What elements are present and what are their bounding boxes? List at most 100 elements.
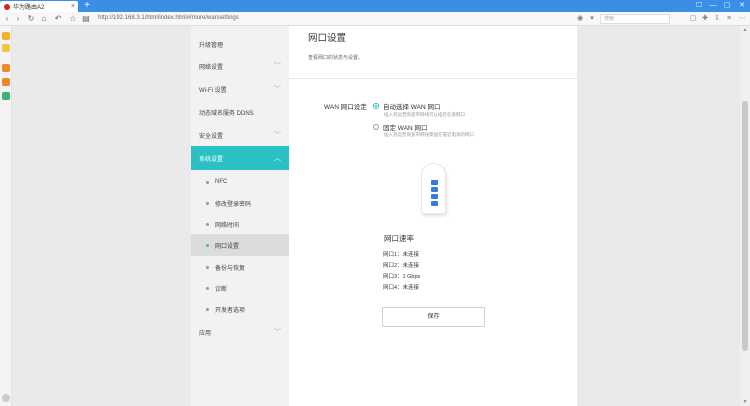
sidebar-item-backup[interactable]: 备份与恢复 <box>191 257 289 277</box>
port-status: 网口1：未连接 <box>383 252 420 258</box>
divider <box>289 78 577 79</box>
rss-icon[interactable] <box>2 64 10 72</box>
sidebar-item-network[interactable]: 网络设置 ﹀ <box>191 56 289 76</box>
scroll-thumb[interactable] <box>742 101 748 351</box>
notes-icon[interactable] <box>2 44 10 52</box>
sidebar-item-port-settings[interactable]: 网口设置 <box>191 234 289 256</box>
favorite-star-icon[interactable]: ☆ <box>68 13 78 25</box>
new-tab-button[interactable]: + <box>82 0 92 12</box>
port-led-3 <box>431 194 438 199</box>
bullet-icon <box>206 286 209 290</box>
more-icon[interactable]: ⋯ <box>737 13 747 25</box>
sidebar-item-system[interactable]: 系统设置 ︿ <box>191 146 289 170</box>
download-icon[interactable]: ⇩ <box>712 13 722 25</box>
port-status: 网口4：未连接 <box>383 285 420 291</box>
bookmark-icon[interactable]: ✚ <box>700 13 710 25</box>
radio-unselected-icon[interactable] <box>373 124 379 130</box>
scroll-down-icon[interactable]: ▼ <box>740 398 750 406</box>
bullet-icon <box>206 265 209 269</box>
sidebar-item-label: 网口设置 <box>215 243 240 250</box>
wan-setting-label: WAN 网口设定 <box>324 104 367 111</box>
page-description: 查看网口的状态与设置。 <box>308 55 364 61</box>
sidebar-item-security[interactable]: 安全设置 ﹀ <box>191 125 289 145</box>
sidebar-item-ddns[interactable]: 动态域名服务 DDNS <box>191 102 289 122</box>
app-icon[interactable] <box>2 78 10 86</box>
game-icon[interactable] <box>2 92 10 100</box>
sidebar-item-nfc[interactable]: NFC <box>191 172 289 192</box>
sidebar-item-label: 修改登录密码 <box>215 201 252 208</box>
radio-label: 自动选择 WAN 网口 <box>383 104 441 111</box>
sidebar-item-label: 网络时间 <box>215 222 240 229</box>
sidebar-item-label: 系统设置 <box>199 156 224 163</box>
tab-close-icon[interactable]: × <box>71 3 75 10</box>
bullet-icon <box>206 201 209 205</box>
sidebar-item-label: 升级管理 <box>199 42 224 49</box>
bullet-icon <box>206 243 209 247</box>
browser-tab[interactable]: 华为路由A2 × <box>0 1 78 12</box>
sidebar-item-label: NFC <box>215 179 228 185</box>
router-image <box>421 159 446 214</box>
radio-description: 插入到运营商宽带网线可以插在任意网口 <box>384 112 465 117</box>
browser-side-panel <box>0 26 12 406</box>
settings-sidebar: 升级管理 网络设置 ﹀ Wi-Fi 设置 ﹀ 动态域名服务 DDNS 安全设置 ﹀ 系… <box>191 26 289 406</box>
port-status: 网口2：未连接 <box>383 263 420 269</box>
chevron-up-icon: ︿ <box>274 155 281 162</box>
settings-icon[interactable] <box>2 394 10 402</box>
sidebar-item-network-time[interactable]: 网络时间 <box>191 214 289 234</box>
forward-icon[interactable]: › <box>13 13 23 25</box>
sidebar-item-label: 网络设置 <box>199 64 224 71</box>
sidebar-item-label: 应用 <box>199 330 212 337</box>
port-rate-title: 网口速率 <box>384 234 414 243</box>
maximize-button[interactable]: ▢ <box>720 0 734 12</box>
reload-icon[interactable]: ↻ <box>26 13 36 25</box>
page-scrollbar[interactable]: ▲ ▼ <box>740 26 750 406</box>
scroll-up-icon[interactable]: ▲ <box>740 26 750 34</box>
close-window-button[interactable]: ✕ <box>735 0 749 12</box>
sidebar-item-label: 开发者选项 <box>215 307 246 314</box>
chevron-down-icon: ﹀ <box>274 132 281 139</box>
sidebar-item-label: 动态域名服务 DDNS <box>199 110 254 117</box>
search-input[interactable]: 搜索 <box>600 14 670 24</box>
radio-auto-wan[interactable]: 自动选择 WAN 网口 <box>373 101 441 111</box>
sidebar-item-label: Wi-Fi 设置 <box>199 87 227 94</box>
url-field[interactable]: http://192.168.3.1/html/index.html#/more… <box>98 13 568 24</box>
port-status: 网口3：1 Gbps <box>383 274 421 280</box>
main-panel: 网口设置 查看网口的状态与设置。 WAN 网口设定 自动选择 WAN 网口 插入… <box>289 26 577 406</box>
chevron-down-icon: ﹀ <box>274 86 281 93</box>
sidebar-item-label: 备份与恢复 <box>215 265 246 272</box>
back-icon[interactable]: ‹ <box>2 13 12 25</box>
page-icon[interactable]: ▤ <box>81 13 91 25</box>
dropdown-icon[interactable]: ▾ <box>587 13 597 25</box>
home-icon[interactable]: ⌂ <box>39 13 49 25</box>
undo-icon[interactable]: ↶ <box>53 13 63 25</box>
tab-title: 华为路由A2 <box>13 5 45 11</box>
bullet-icon <box>206 180 209 184</box>
window-menu-icon[interactable]: ☐ <box>692 0 706 12</box>
address-bar: ‹ › ↻ ⌂ ↶ ☆ ▤ http://192.168.3.1/html/in… <box>0 12 750 26</box>
port-led-1 <box>431 180 438 185</box>
sidebar-item-diagnostics[interactable]: 诊断 <box>191 278 289 298</box>
favorites-icon[interactable] <box>2 32 10 40</box>
sidebar-item-wifi[interactable]: Wi-Fi 设置 ﹀ <box>191 79 289 99</box>
chevron-down-icon: ﹀ <box>274 329 281 336</box>
port-led-2 <box>431 187 438 192</box>
sidebar-item-label: 诊断 <box>215 286 228 293</box>
minimize-button[interactable]: — <box>706 0 720 12</box>
radio-selected-icon[interactable] <box>373 103 379 109</box>
sidebar-item-developer[interactable]: 开发者选项 <box>191 299 289 319</box>
bullet-icon <box>206 222 209 226</box>
window-icon[interactable]: ▢ <box>688 13 698 25</box>
page-title: 网口设置 <box>308 33 347 44</box>
radio-fixed-wan[interactable]: 固定 WAN 网口 <box>373 122 428 132</box>
extension-icon[interactable]: ◉ <box>575 13 585 25</box>
router-body <box>421 163 446 214</box>
sidebar-item-apps[interactable]: 应用 ﹀ <box>191 322 289 342</box>
page-content: 升级管理 网络设置 ﹀ Wi-Fi 设置 ﹀ 动态域名服务 DDNS 安全设置 ﹀ 系… <box>12 26 750 406</box>
port-led-4 <box>431 201 438 206</box>
menu-icon[interactable]: ≡ <box>724 13 734 25</box>
save-button[interactable]: 保存 <box>382 307 485 327</box>
sidebar-item-change-password[interactable]: 修改登录密码 <box>191 193 289 213</box>
huawei-logo-icon <box>4 3 10 10</box>
sidebar-item-upgrade[interactable]: 升级管理 <box>191 34 289 54</box>
browser-titlebar: 华为路由A2 × + ☐ — ▢ ✕ <box>0 0 750 12</box>
